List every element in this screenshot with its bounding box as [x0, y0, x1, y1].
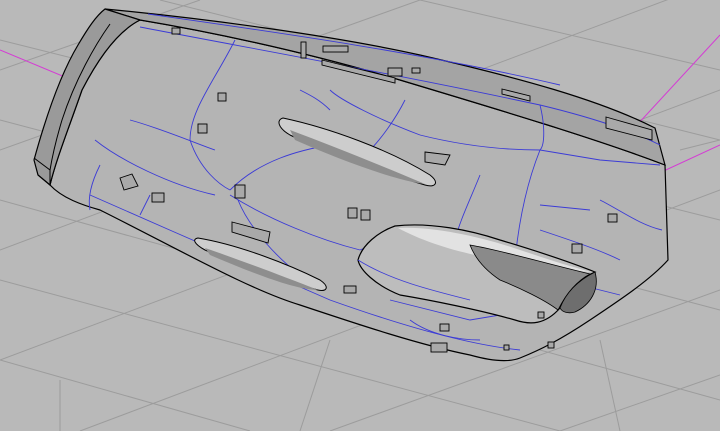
- panel-hatch: [360, 209, 371, 221]
- panel-hatch: [171, 27, 181, 35]
- panel-hatch: [430, 342, 448, 353]
- panel-hatch: [607, 213, 618, 223]
- panel-hatch: [217, 92, 227, 102]
- panel-hatch: [234, 184, 246, 199]
- 3d-viewport[interactable]: [0, 0, 720, 431]
- panel-hatch: [387, 67, 403, 77]
- panel-hatch: [537, 311, 545, 319]
- panel-hatch: [547, 341, 555, 349]
- fuselage-model[interactable]: [33, 8, 669, 362]
- panel-hatch: [151, 192, 165, 203]
- panel-hatch: [197, 123, 208, 134]
- panel-hatch: [322, 45, 349, 53]
- panel-hatch: [411, 67, 421, 74]
- viewport-canvas[interactable]: [0, 0, 720, 431]
- panel-hatch: [347, 207, 358, 219]
- panel-hatch: [503, 344, 510, 351]
- panel-hatch: [439, 323, 450, 332]
- panel-hatch: [343, 285, 357, 294]
- panel-hatch: [571, 243, 583, 254]
- panel-hatch: [300, 41, 307, 59]
